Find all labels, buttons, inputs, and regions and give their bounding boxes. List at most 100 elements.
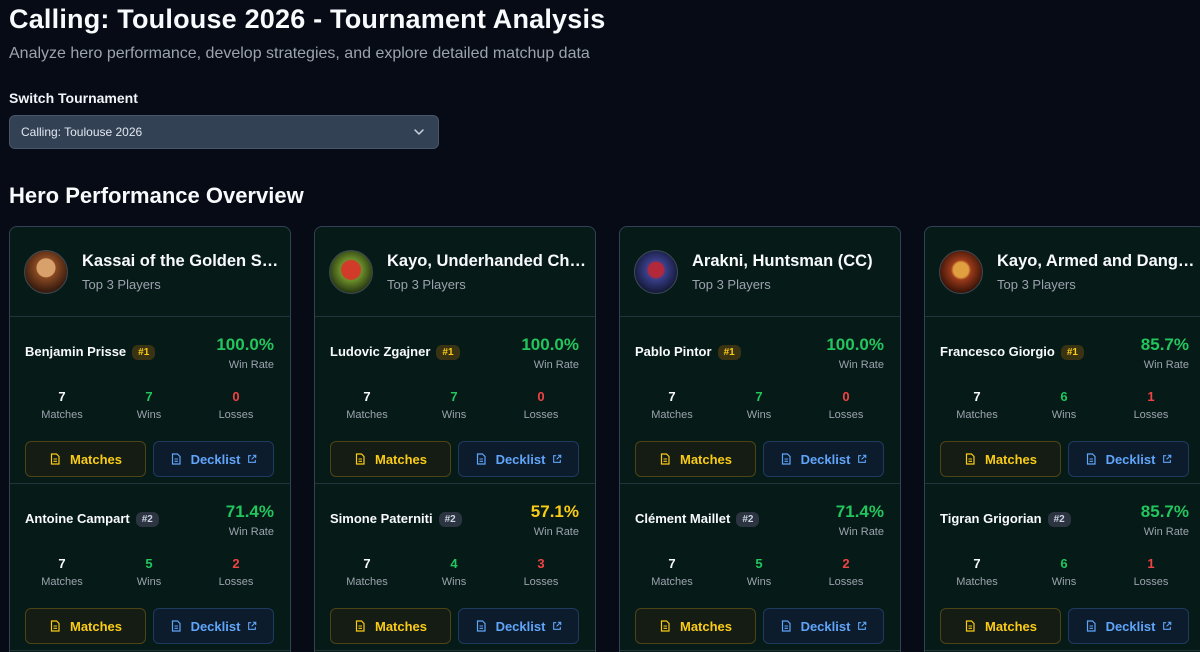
decklist-button[interactable]: Decklist <box>763 608 884 644</box>
rank-badge: #1 <box>1060 345 1084 360</box>
losses-count: 1 <box>1147 389 1155 404</box>
document-icon <box>171 453 181 465</box>
decklist-button-label: Decklist <box>1105 618 1156 634</box>
matches-label: Matches <box>956 409 998 421</box>
win-rate-label: Win Rate <box>838 359 884 371</box>
document-icon <box>50 620 60 632</box>
losses-count: 0 <box>842 389 850 404</box>
decklist-button[interactable]: Decklist <box>763 441 884 477</box>
player-row: Simone Paterniti #2 57.1% Win Rate 7 Match… <box>315 484 595 651</box>
rank-badge: #1 <box>436 345 460 360</box>
tournament-select-value: Calling: Toulouse 2026 <box>21 125 143 139</box>
decklist-button[interactable]: Decklist <box>1068 608 1189 644</box>
wins-label: Wins <box>136 576 162 588</box>
win-rate-value: 71.4% <box>835 502 884 521</box>
page: Calling: Toulouse 2026 - Tournament Anal… <box>0 0 1200 652</box>
losses-label: Losses <box>218 576 254 588</box>
decklist-button-label: Decklist <box>800 618 851 634</box>
matches-button[interactable]: Matches <box>330 608 451 644</box>
player-row: Antoine Campart #2 71.4% Win Rate 7 Matche… <box>10 484 290 651</box>
losses-count: 0 <box>232 389 240 404</box>
player-row: Tigran Grigorian #2 85.7% Win Rate 7 Match… <box>925 484 1200 651</box>
decklist-button-label: Decklist <box>495 618 546 634</box>
matches-button-label: Matches <box>374 451 428 467</box>
losses-count: 2 <box>842 556 850 571</box>
hero-name: Kayo, Underhanded Cheat <box>387 251 587 270</box>
losses-count: 3 <box>537 556 545 571</box>
hero-avatar <box>939 249 983 294</box>
player-row: Ludovic Zgajner #1 100.0% Win Rate 7 Match… <box>315 317 595 484</box>
rank-badge: #2 <box>135 512 159 527</box>
losses-label: Losses <box>828 409 864 421</box>
matches-count: 7 <box>973 389 981 404</box>
decklist-button[interactable]: Decklist <box>458 608 579 644</box>
document-icon <box>1086 620 1096 632</box>
matches-count: 7 <box>363 389 371 404</box>
matches-button-label: Matches <box>374 618 428 634</box>
hero-card: Kassai of the Golden Sand Top 3 Players … <box>9 226 291 652</box>
matches-button[interactable]: Matches <box>940 441 1061 477</box>
decklist-button[interactable]: Decklist <box>153 608 274 644</box>
wins-label: Wins <box>1051 409 1077 421</box>
external-link-icon <box>858 454 867 463</box>
matches-button[interactable]: Matches <box>635 441 756 477</box>
decklist-button-label: Decklist <box>800 451 851 467</box>
external-link-icon <box>858 621 867 630</box>
matches-count: 7 <box>668 389 676 404</box>
hero-card: Kayo, Underhanded Cheat Top 3 Players Lu… <box>314 226 596 652</box>
matches-label: Matches <box>651 576 693 588</box>
external-link-icon <box>1163 621 1172 630</box>
matches-count: 7 <box>668 556 676 571</box>
hero-card-header: Kassai of the Golden Sand Top 3 Players <box>10 227 290 317</box>
player-row: Francesco Giorgio #1 85.7% Win Rate 7 Matc… <box>925 317 1200 484</box>
player-name: Tigran Grigorian <box>940 511 1042 526</box>
hero-name: Arakni, Huntsman (CC) <box>692 251 873 270</box>
hero-name: Kayo, Armed and Dangerous <box>997 251 1197 270</box>
hero-card-header: Kayo, Armed and Dangerous Top 3 Players <box>925 227 1200 317</box>
chevron-down-icon <box>414 129 424 135</box>
losses-label: Losses <box>828 576 864 588</box>
matches-button-label: Matches <box>679 451 733 467</box>
matches-button-label: Matches <box>679 618 733 634</box>
losses-count: 0 <box>537 389 545 404</box>
decklist-button-label: Decklist <box>190 618 241 634</box>
losses-count: 1 <box>1147 556 1155 571</box>
document-icon <box>965 620 975 632</box>
win-rate-value: 57.1% <box>530 502 579 521</box>
decklist-button[interactable]: Decklist <box>458 441 579 477</box>
rank-badge: #2 <box>438 512 462 527</box>
matches-label: Matches <box>41 576 83 588</box>
hero-card-header: Kayo, Underhanded Cheat Top 3 Players <box>315 227 595 317</box>
matches-button[interactable]: Matches <box>635 608 756 644</box>
matches-label: Matches <box>346 576 388 588</box>
losses-label: Losses <box>1133 576 1169 588</box>
matches-button[interactable]: Matches <box>940 608 1061 644</box>
losses-label: Losses <box>1133 409 1169 421</box>
decklist-button[interactable]: Decklist <box>153 441 274 477</box>
hero-subtitle: Top 3 Players <box>997 276 1076 292</box>
document-icon <box>476 453 486 465</box>
wins-count: 4 <box>450 556 458 571</box>
wins-count: 6 <box>1060 556 1068 571</box>
win-rate-value: 100.0% <box>521 335 579 354</box>
wins-count: 6 <box>1060 389 1068 404</box>
wins-label: Wins <box>441 409 467 421</box>
matches-button-label: Matches <box>984 618 1038 634</box>
external-link-icon <box>553 621 562 630</box>
win-rate-value: 85.7% <box>1140 502 1189 521</box>
decklist-button-label: Decklist <box>190 451 241 467</box>
win-rate-label: Win Rate <box>228 526 274 538</box>
matches-button[interactable]: Matches <box>330 441 451 477</box>
matches-button[interactable]: Matches <box>25 441 146 477</box>
decklist-button[interactable]: Decklist <box>1068 441 1189 477</box>
losses-label: Losses <box>523 576 559 588</box>
matches-button[interactable]: Matches <box>25 608 146 644</box>
document-icon <box>965 453 975 465</box>
win-rate-value: 100.0% <box>216 335 274 354</box>
player-name: Pablo Pintor <box>635 344 712 359</box>
win-rate-label: Win Rate <box>1143 526 1189 538</box>
hero-avatar <box>634 249 678 294</box>
tournament-select[interactable]: Calling: Toulouse 2026 <box>9 115 439 149</box>
losses-label: Losses <box>523 409 559 421</box>
hero-name: Kassai of the Golden Sand <box>82 251 282 270</box>
